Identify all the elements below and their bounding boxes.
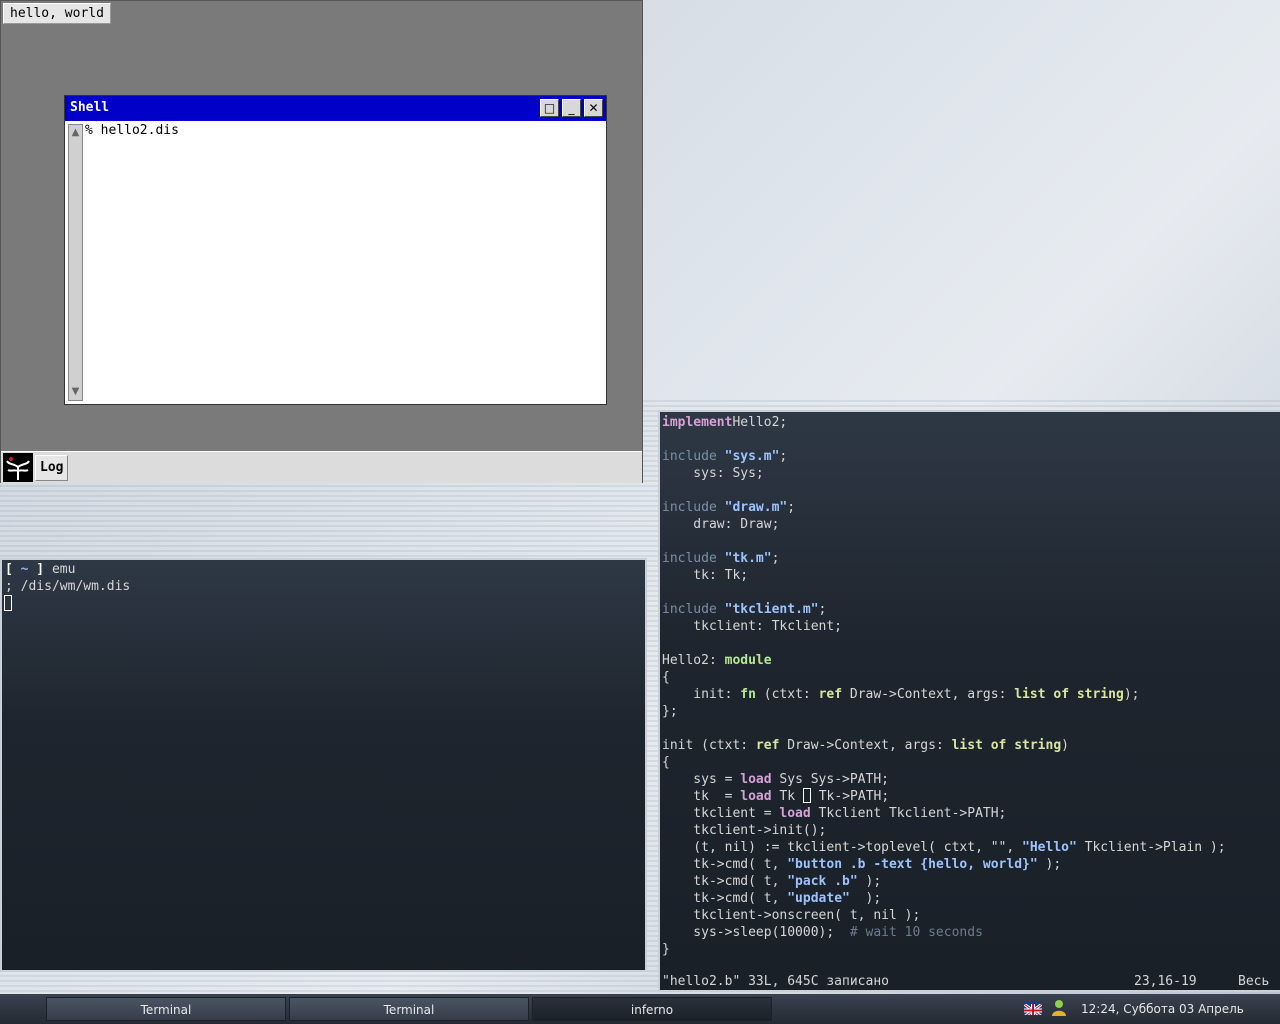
close-button[interactable]: ✕ xyxy=(584,99,603,117)
code-line: tkclient->init(); xyxy=(662,823,827,838)
code-line: implementHello2; xyxy=(662,415,788,430)
shell-scrollbar[interactable]: ▲ ▼ xyxy=(68,124,83,401)
code-line: init: fn (ctxt: ref Draw->Context, args:… xyxy=(662,687,1140,702)
hello-world-button[interactable]: hello, world xyxy=(3,3,111,24)
inferno-taskbar: Log xyxy=(1,451,642,483)
code-line: include "draw.m"; xyxy=(662,500,796,515)
minimize-icon: _ xyxy=(568,101,575,115)
maximize-icon: □ xyxy=(543,101,556,115)
code-line: tk = load Tk Tk->PATH; xyxy=(662,788,890,804)
code-line: include "sys.m"; xyxy=(662,449,788,464)
taskbar: Terminal Terminal inferno 12:24, Суббота… xyxy=(0,994,1280,1024)
scroll-down-icon[interactable]: ▼ xyxy=(70,386,81,398)
code-line: { xyxy=(662,670,670,685)
code-line: tk->cmd( t, "update" ); xyxy=(662,891,882,906)
code-line: include "tk.m"; xyxy=(662,551,780,566)
code-line: sys = load Sys Sys->PATH; xyxy=(662,772,889,787)
code-line: tk->cmd( t, "pack .b" ); xyxy=(662,874,882,889)
code-line: Hello2: module xyxy=(662,653,772,668)
user-status-icon[interactable] xyxy=(1051,999,1067,1017)
code-line: include "tkclient.m"; xyxy=(662,602,827,617)
shell-title: Shell xyxy=(70,100,110,115)
code-line: sys: Sys; xyxy=(662,466,764,481)
prompt-line: [ ~ ] emu xyxy=(5,562,76,577)
code-line: init (ctxt: ref Draw->Context, args: lis… xyxy=(662,738,1069,753)
vim-status-file: "hello2.b" 33L, 645C записано xyxy=(662,974,889,989)
shell-window: Shell □ _ ✕ ▲ ▼ % hello2.dis xyxy=(64,95,607,405)
code-line: tk->cmd( t, "button .b -text {hello, wor… xyxy=(662,857,1062,872)
inferno-window: hello, world Shell □ _ ✕ ▲ ▼ % hello2.di… xyxy=(0,0,643,483)
code-line: { xyxy=(662,755,670,770)
scroll-up-icon[interactable]: ▲ xyxy=(70,127,81,139)
code-line: draw: Draw; xyxy=(662,517,780,532)
maximize-button[interactable]: □ xyxy=(540,99,559,117)
minimize-button[interactable]: _ xyxy=(562,99,581,117)
terminal-window-emu[interactable]: [ ~ ] emu ; /dis/wm/wm.dis xyxy=(0,558,647,972)
code-line: sys->sleep(10000); # wait 10 seconds xyxy=(662,925,983,940)
code-line: tkclient->onscreen( t, nil ); xyxy=(662,908,921,923)
code-line: }; xyxy=(662,704,678,719)
shell-output[interactable]: % hello2.dis xyxy=(85,123,179,138)
uk-flag-icon[interactable] xyxy=(1024,1002,1042,1015)
clock[interactable]: 12:24, Суббота 03 Апрель xyxy=(1081,994,1244,1024)
vim-status-position: 23,16-19 xyxy=(1134,974,1197,989)
inferno-logo-icon[interactable] xyxy=(3,453,33,482)
code-line: tkclient: Tkclient; xyxy=(662,619,843,634)
task-terminal-1[interactable]: Terminal xyxy=(46,997,286,1021)
terminal-cursor xyxy=(4,595,12,611)
code-line: tkclient = load Tkclient Tkclient->PATH; xyxy=(662,806,1007,821)
code-line: (t, nil) := tkclient->toplevel( ctxt, ""… xyxy=(662,840,1226,855)
task-terminal-2[interactable]: Terminal xyxy=(289,997,529,1021)
task-inferno[interactable]: inferno xyxy=(532,997,772,1021)
vim-status-scroll: Весь xyxy=(1238,974,1270,989)
code-line: } xyxy=(662,942,670,957)
close-icon: ✕ xyxy=(588,101,599,115)
code-line: tk: Tk; xyxy=(662,568,749,583)
terminal-window-vim[interactable]: implementHello2; include "sys.m"; sys: Sy… xyxy=(658,410,1280,992)
shell-titlebar[interactable]: Shell □ _ ✕ xyxy=(65,96,606,121)
code-editor[interactable]: implementHello2; include "sys.m"; sys: Sy… xyxy=(662,414,1226,958)
vim-cursor xyxy=(802,788,811,803)
terminal-output-line: ; /dis/wm/wm.dis xyxy=(5,579,131,594)
log-button[interactable]: Log xyxy=(35,455,69,481)
